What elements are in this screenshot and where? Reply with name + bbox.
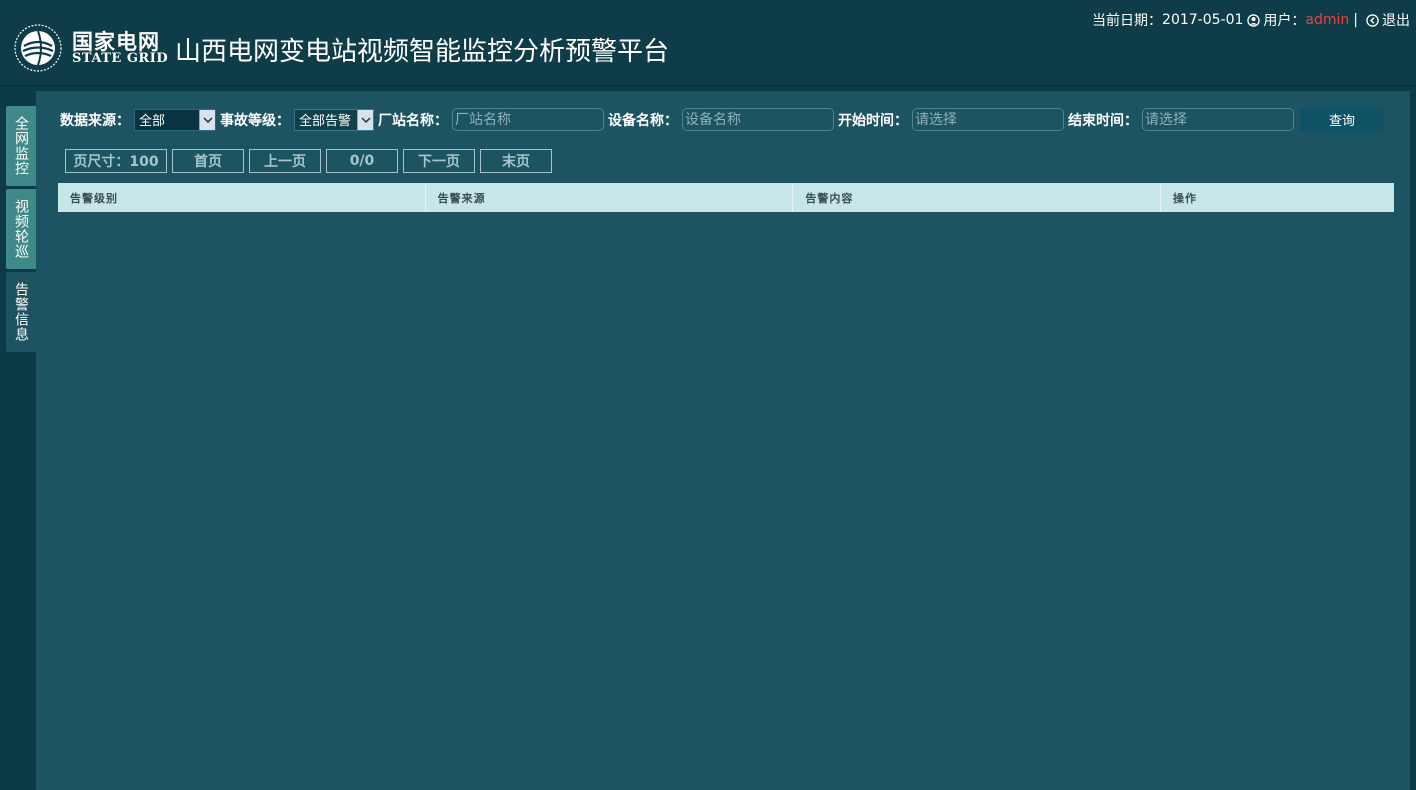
level-label: 事故等级： xyxy=(220,112,290,129)
page-size-button[interactable]: 页尺寸：100 xyxy=(65,149,167,173)
alarm-table-header: 告警级别 告警来源 告警内容 操作 xyxy=(58,183,1394,212)
column-header-content[interactable]: 告警内容 xyxy=(793,183,1162,212)
source-label: 数据来源： xyxy=(60,112,130,129)
level-select[interactable]: 全部告警 xyxy=(294,108,374,131)
start-time-label: 开始时间： xyxy=(838,112,908,129)
pager: 页尺寸：100 首页 上一页 0/0 下一页 末页 xyxy=(65,149,557,173)
next-page-button[interactable]: 下一页 xyxy=(403,149,475,173)
start-time-input[interactable] xyxy=(912,108,1064,131)
logo-english-name: STATE GRID xyxy=(72,51,169,66)
column-header-action[interactable]: 操作 xyxy=(1161,183,1394,212)
prev-page-button[interactable]: 上一页 xyxy=(249,149,321,173)
end-time-input[interactable] xyxy=(1142,108,1294,131)
sidebar-item-alarm-info[interactable]: 告警信息 xyxy=(6,272,36,352)
sidebar-item-network-monitor[interactable]: 全网监控 xyxy=(6,106,36,186)
sidebar: 全网监控 视频轮巡 告警信息 xyxy=(6,106,36,355)
chevron-down-icon[interactable] xyxy=(199,109,215,130)
user-icon xyxy=(1247,13,1261,27)
level-select-value: 全部告警 xyxy=(299,114,352,129)
last-page-button[interactable]: 末页 xyxy=(480,149,552,173)
source-select-value: 全部 xyxy=(139,114,166,129)
header-status-bar: 当前日期： 2017-05-01 用户： admin | 退出 xyxy=(1092,10,1410,30)
page-counter: 0/0 xyxy=(326,149,398,173)
column-header-source[interactable]: 告警来源 xyxy=(426,183,794,212)
date-value: 2017-05-01 xyxy=(1162,12,1244,28)
date-label: 当前日期： xyxy=(1092,13,1163,29)
filter-bar: 数据来源： 全部 事故等级： 全部告警 厂站名称： 设备名称： 开始时间： 结束… xyxy=(60,108,1400,131)
sidebar-item-video-patrol[interactable]: 视频轮巡 xyxy=(6,189,36,269)
query-button[interactable]: 查询 xyxy=(1300,108,1384,131)
user-label: 用户： xyxy=(1263,13,1306,29)
device-input[interactable] xyxy=(682,108,834,131)
end-time-label: 结束时间： xyxy=(1068,112,1138,129)
page-title: 山西电网变电站视频智能监控分析预警平台 xyxy=(175,37,670,67)
station-input[interactable] xyxy=(452,108,604,131)
logout-icon[interactable] xyxy=(1366,13,1379,27)
separator: | xyxy=(1353,12,1358,28)
state-grid-logo-icon xyxy=(14,24,62,72)
main-panel: 数据来源： 全部 事故等级： 全部告警 厂站名称： 设备名称： 开始时间： 结束… xyxy=(36,91,1410,790)
header: 国家电网 STATE GRID 山西电网变电站视频智能监控分析预警平台 当前日期… xyxy=(0,0,1416,86)
chevron-down-icon[interactable] xyxy=(357,109,373,130)
user-name[interactable]: admin xyxy=(1305,12,1349,28)
source-select[interactable]: 全部 xyxy=(134,108,216,131)
logout-link[interactable]: 退出 xyxy=(1382,10,1410,30)
station-label: 厂站名称： xyxy=(378,112,448,129)
first-page-button[interactable]: 首页 xyxy=(172,149,244,173)
device-label: 设备名称： xyxy=(608,112,678,129)
column-header-level[interactable]: 告警级别 xyxy=(58,183,426,212)
